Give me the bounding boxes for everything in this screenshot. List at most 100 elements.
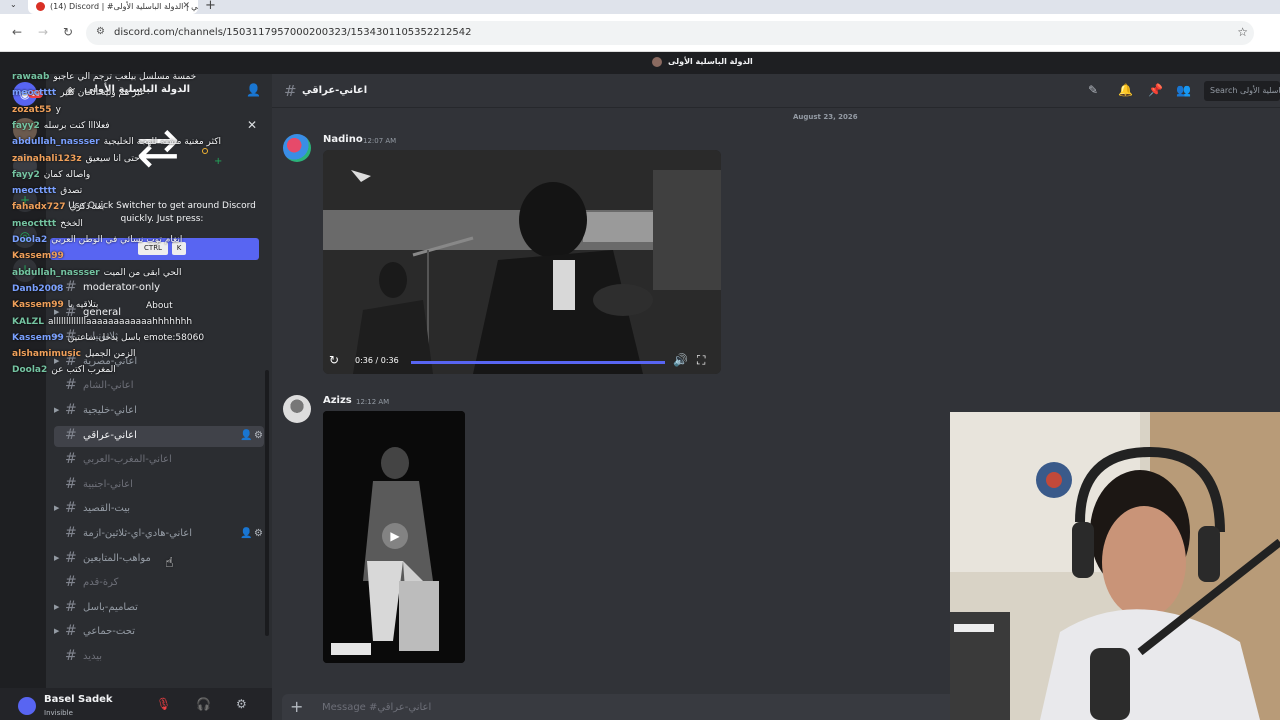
decor-plus-icon: +	[214, 156, 223, 167]
channel-name: بيديد	[83, 651, 103, 662]
channel-item[interactable]: # اعاني-الشام	[54, 376, 264, 397]
channel-item[interactable]: # كرة-قدم	[54, 573, 264, 594]
collapse-caret-icon[interactable]: ▶	[54, 357, 59, 365]
titlebar-server-title: الدولة الباسلية الأولى	[668, 57, 753, 66]
message-author[interactable]: Azizs	[323, 395, 352, 406]
gear-icon[interactable]: ⚙	[254, 430, 263, 441]
server-icon-1[interactable]	[13, 118, 37, 142]
channel-item[interactable]: ▶ # تصاميم-باسل	[54, 598, 264, 619]
browser-tab-title: (14) Discord | #اعاني-عراقي | الدولة الب…	[50, 2, 198, 11]
message-time: 12:07 AM	[363, 137, 397, 145]
video-frame	[323, 150, 721, 374]
explore-icon[interactable]: ◎	[13, 224, 37, 248]
mention-badge: 19	[28, 90, 43, 98]
bell-icon[interactable]: 🔔	[1118, 83, 1133, 97]
bookmark-star-icon[interactable]: ☆	[1237, 25, 1248, 39]
channel-item[interactable]: ▶ # اعاني-مصرية	[54, 352, 264, 373]
avatar[interactable]	[283, 395, 311, 423]
video-thumbnail-attachment[interactable]: ▶	[323, 411, 465, 663]
collapse-caret-icon[interactable]: ▶	[54, 554, 59, 562]
video-attachment[interactable]: ↻ 0:36 / 0:36 🔊 ⛶	[323, 150, 721, 374]
channel-item[interactable]: # اعاني-هادي-اي-ثلاثين-ازمة 👤 ⚙	[54, 524, 264, 545]
avatar[interactable]	[283, 134, 311, 162]
mic-muted-icon[interactable]: 🎙	[156, 697, 171, 711]
channel-name: اعاني-خليجية	[83, 405, 137, 416]
add-attachment-icon[interactable]: +	[290, 697, 303, 716]
channel-item[interactable]: ▶ # ثلاثونيات	[54, 327, 264, 348]
channel-item[interactable]: # بيديد	[54, 647, 264, 668]
pin-icon[interactable]: 📌	[1148, 83, 1163, 97]
headphones-icon[interactable]: 🎧	[196, 697, 211, 711]
channel-item[interactable]: # اعاني-عراقي 👤 ⚙	[54, 426, 264, 447]
hash-icon: #	[65, 648, 77, 664]
collapse-caret-icon[interactable]: ▶	[54, 406, 59, 414]
close-tab-icon[interactable]: ✕	[182, 1, 190, 11]
back-icon[interactable]: ←	[12, 25, 22, 39]
address-bar[interactable]: ⚙ discord.com/channels/15031179570002003…	[86, 21, 1254, 45]
volume-icon[interactable]: 🔊	[673, 353, 688, 367]
user-status: Invisible	[44, 709, 73, 717]
replay-icon[interactable]: ↻	[329, 353, 339, 367]
collapse-caret-icon[interactable]: ▶	[54, 603, 59, 611]
fullscreen-icon[interactable]: ⛶	[697, 353, 705, 368]
gear-icon[interactable]: ⚙	[254, 528, 263, 539]
avatar[interactable]	[18, 697, 36, 715]
reload-icon[interactable]: ↻	[63, 25, 73, 39]
channel-name: moderator-only	[83, 282, 161, 293]
site-settings-icon[interactable]: ⚙	[96, 26, 105, 37]
hash-icon: #	[284, 82, 297, 100]
collapse-caret-icon[interactable]: ▶	[54, 332, 59, 340]
invite-icon[interactable]: 👤	[240, 528, 252, 539]
message-time: 12:12 AM	[356, 398, 390, 406]
video-progress-track[interactable]	[411, 361, 665, 364]
gear-icon[interactable]: ⚙	[236, 697, 247, 711]
search-input[interactable]: Search الدولة الباسلية الأولى	[1204, 81, 1280, 101]
channel-item[interactable]: ▶ # بيت-القصيد	[54, 499, 264, 520]
channel-item[interactable]: ▶ # مواهب-المتابعين	[54, 549, 264, 570]
invite-people-icon[interactable]: 👤	[246, 83, 261, 97]
channel-name: اعاني-اجنبية	[83, 479, 133, 490]
message-author[interactable]: Nadino	[323, 134, 363, 145]
channel-item[interactable]: # اعاني-اجنبية	[54, 475, 264, 496]
hash-icon: #	[65, 500, 77, 516]
channel-name: اعاني-هادي-اي-ثلاثين-ازمة	[83, 528, 193, 539]
collapse-caret-icon[interactable]: ▶	[54, 308, 59, 316]
download-icon[interactable]: ↓	[13, 258, 37, 282]
channel-title: اعاني-عراقي	[302, 85, 368, 96]
collapse-caret-icon[interactable]: ▶	[54, 504, 59, 512]
collapse-caret-icon[interactable]: ▶	[54, 627, 59, 635]
collapse-caret-icon[interactable]: ▶	[54, 283, 59, 291]
mouse-cursor-icon: ☝	[165, 555, 174, 571]
play-icon[interactable]: ▶	[382, 523, 408, 549]
date-divider: August 23, 2026	[272, 112, 1280, 124]
server-header[interactable]: ◈ الدولة الباسلية الأولى 👤	[46, 74, 272, 108]
k-key: K	[172, 242, 186, 255]
channel-name: مواهب-المتابعين	[83, 553, 151, 564]
add-server-icon[interactable]: +	[13, 188, 37, 212]
threads-icon[interactable]: ✎	[1088, 83, 1098, 97]
hash-icon: #	[65, 304, 77, 320]
server-icon-2[interactable]	[13, 154, 37, 178]
decor-circle-icon	[202, 148, 208, 154]
quick-switcher-arrows-icon: ⇄	[136, 118, 180, 178]
close-icon[interactable]: ✕	[247, 118, 257, 132]
hash-icon: #	[65, 550, 77, 566]
about-label: About	[146, 301, 173, 311]
invite-icon[interactable]: 👤	[240, 430, 252, 441]
forward-icon[interactable]: →	[38, 25, 48, 39]
new-tab-icon[interactable]: +	[205, 0, 216, 13]
sidebar-scrollbar[interactable]	[265, 370, 269, 636]
members-icon[interactable]: 👥	[1176, 83, 1191, 97]
hash-icon: #	[65, 377, 77, 393]
channel-item[interactable]: # اعاني-المغرب-العربي	[54, 450, 264, 471]
hash-icon: #	[65, 427, 77, 443]
channel-item[interactable]: ▶ # اعاني-خليجية	[54, 401, 264, 422]
channel-name: اعاني-المغرب-العربي	[83, 454, 172, 465]
tab-list-chevron-icon[interactable]: ⌄	[10, 0, 17, 9]
server-badge-icon: ◈	[66, 84, 75, 97]
channel-item[interactable]: ▶ # تحت-حماعي	[54, 622, 264, 643]
browser-tab[interactable]: (14) Discord | #اعاني-عراقي | الدولة الب…	[28, 0, 198, 14]
server-mini-icon	[652, 57, 662, 67]
hash-icon: #	[65, 279, 77, 295]
channel-item[interactable]: ▶ # moderator-only	[54, 278, 264, 299]
